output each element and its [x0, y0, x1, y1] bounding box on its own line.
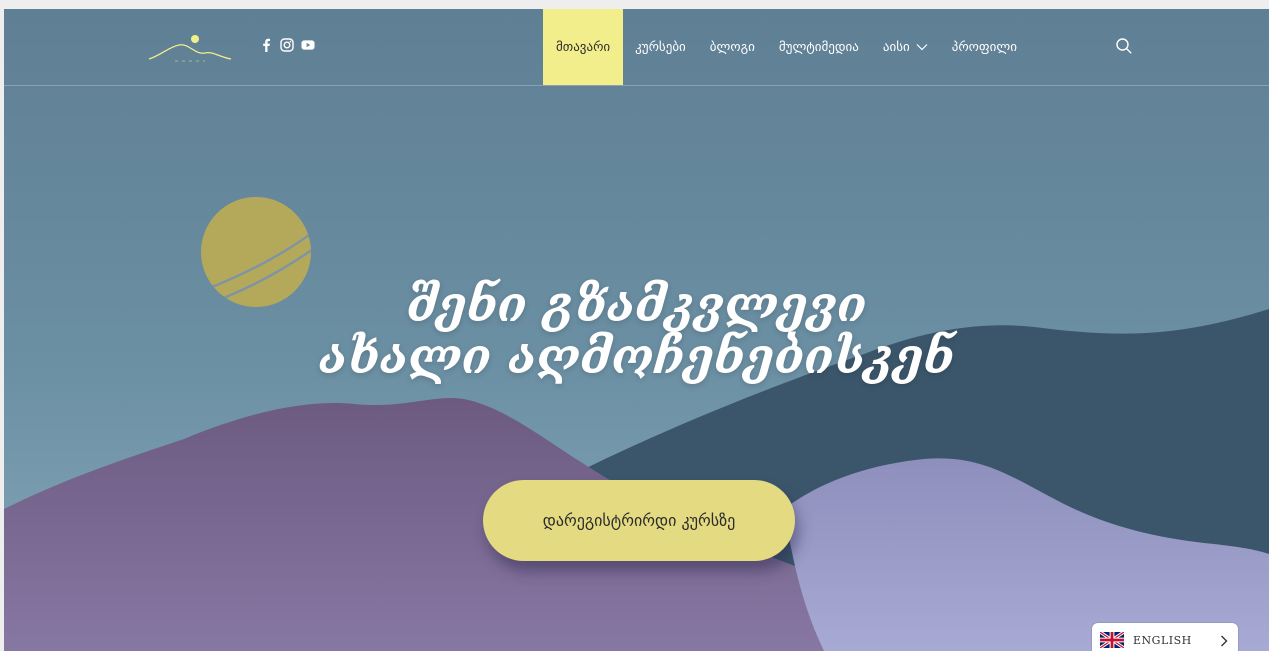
nav-item-multimedia[interactable]: მულტიმედია	[767, 9, 871, 85]
hero-title: შენი გზამკვლევი ახალი აღმოჩენებისკენ	[4, 279, 1269, 383]
nav-item-label: კურსები	[635, 39, 686, 55]
search-icon[interactable]	[1115, 37, 1133, 55]
hero-title-line-1: შენი გზამკვლევი	[406, 277, 867, 333]
nav-item-label: პროფილი	[951, 39, 1017, 55]
page-frame: მთავარი კურსები ბლოგი მულტიმედია აისი პრ…	[4, 9, 1269, 651]
nav-item-label: მულტიმედია	[778, 39, 859, 55]
language-label: ENGLISH	[1133, 633, 1192, 647]
nav-item-about[interactable]: აისი	[871, 9, 940, 85]
chevron-down-icon	[916, 43, 928, 51]
youtube-icon[interactable]	[301, 38, 315, 52]
site-logo[interactable]	[147, 29, 233, 65]
uk-flag-icon	[1100, 632, 1124, 648]
nav-item-label: აისი	[882, 39, 910, 55]
nav-item-courses[interactable]: კურსები	[623, 9, 698, 85]
nav-item-label: მთავარი	[556, 39, 611, 55]
facebook-icon[interactable]	[259, 38, 273, 52]
register-course-label: დარეგისტრირდი კურსზე	[542, 511, 736, 530]
language-switcher[interactable]: ENGLISH	[1092, 623, 1238, 651]
instagram-icon[interactable]	[280, 38, 294, 52]
nav-item-home[interactable]: მთავარი	[543, 9, 624, 85]
nav-item-label: ბლოგი	[709, 39, 755, 55]
chevron-right-icon	[1220, 632, 1228, 651]
nav-item-profile[interactable]: პროფილი	[940, 9, 1029, 85]
site-header: მთავარი კურსები ბლოგი მულტიმედია აისი პრ…	[4, 9, 1269, 86]
register-course-button[interactable]: დარეგისტრირდი კურსზე	[483, 480, 795, 561]
main-nav: მთავარი კურსები ბლოგი მულტიმედია აისი პრ…	[543, 9, 1029, 85]
hero-title-line-2: ახალი აღმოჩენებისკენ	[318, 329, 955, 385]
social-links	[259, 38, 315, 52]
nav-item-blog[interactable]: ბლოგი	[698, 9, 767, 85]
